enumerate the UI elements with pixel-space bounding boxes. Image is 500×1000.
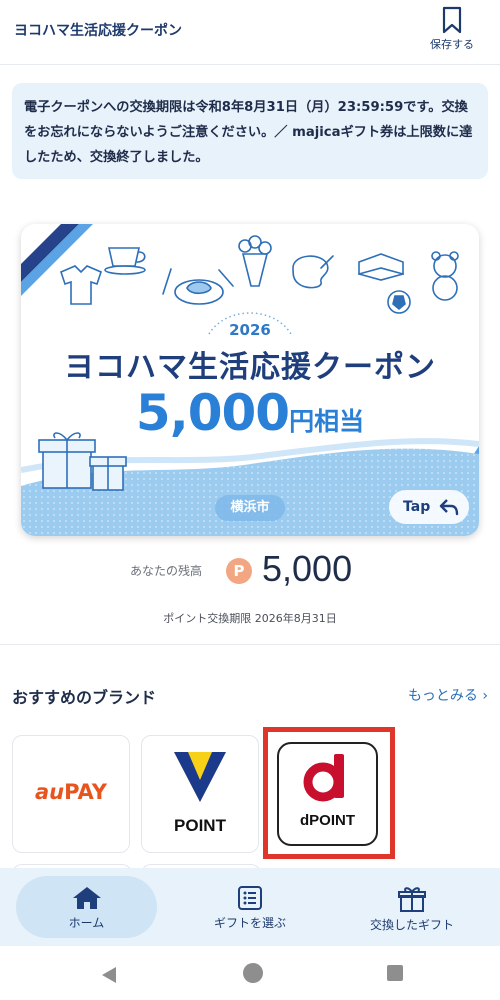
coupon-city: 横浜市 bbox=[230, 500, 270, 515]
balance-label: あなたの残高 bbox=[130, 564, 203, 578]
gift-icon bbox=[398, 887, 426, 912]
au-pay-logo-a: au bbox=[34, 780, 65, 804]
bottom-nav: ホーム ギフトを選ぶ 交換したギフト bbox=[0, 868, 500, 946]
nav-exchanged-gifts-label: 交換したギフト bbox=[369, 918, 454, 932]
coupon-amount-value: 5,000 bbox=[135, 384, 290, 442]
chevron-right-icon: › bbox=[482, 688, 488, 704]
nav-choose-gift[interactable]: ギフトを選ぶ bbox=[180, 876, 320, 938]
home-icon bbox=[72, 887, 101, 909]
nav-home-label: ホーム bbox=[68, 916, 105, 930]
back-icon[interactable] bbox=[100, 966, 118, 984]
coupon-year: 2026 bbox=[229, 321, 271, 339]
recent-apps-icon[interactable] bbox=[387, 965, 403, 981]
more-label: もっとみる bbox=[407, 688, 478, 704]
brands-section-title: おすすめのブランド bbox=[12, 688, 157, 707]
v-point-logo-icon bbox=[174, 752, 226, 802]
au-pay-logo: auPAY bbox=[13, 780, 129, 804]
au-pay-logo-b: PAY bbox=[64, 780, 108, 804]
brand-card-au-pay[interactable]: auPAY bbox=[12, 735, 130, 853]
list-icon bbox=[238, 886, 262, 910]
nav-home[interactable]: ホーム bbox=[16, 876, 157, 938]
brand-card-v-point[interactable]: POINT bbox=[141, 735, 259, 853]
point-expiry: ポイント交換期限 2026年8月31日 bbox=[163, 612, 337, 625]
app-header: ヨコハマ生活応援クーポン 保存する bbox=[0, 0, 500, 65]
notice-text: 電子クーポンへの交換期限は令和8年8月31日（月）23:59:59です。交換をお… bbox=[24, 100, 473, 165]
balance-value: 5,000 bbox=[262, 548, 353, 589]
section-divider bbox=[0, 644, 500, 645]
d-point-label-d: d bbox=[299, 812, 310, 829]
coupon-amount-unit: 円相当 bbox=[289, 407, 365, 436]
system-nav-bar bbox=[0, 946, 500, 1000]
more-brands-link[interactable]: もっとみる › bbox=[408, 685, 488, 705]
save-label: 保存する bbox=[430, 38, 474, 51]
coupon-card[interactable]: 2026 ヨコハマ生活応援クーポン 5,000円相当 横浜市 Tap bbox=[21, 224, 479, 536]
notice-banner: 電子クーポンへの交換期限は令和8年8月31日（月）23:59:59です。交換をお… bbox=[12, 83, 488, 179]
d-point-label: dPOINT bbox=[279, 812, 376, 829]
nav-choose-gift-label: ギフトを選ぶ bbox=[213, 916, 286, 930]
brand-card-d-point[interactable]: dPOINT bbox=[277, 742, 378, 846]
d-point-label-text: POINT bbox=[309, 812, 355, 829]
v-point-label: POINT bbox=[174, 816, 226, 835]
tap-button[interactable]: Tap bbox=[389, 490, 469, 524]
tap-label: Tap bbox=[403, 499, 431, 515]
flip-arrow-icon bbox=[439, 499, 459, 516]
coupon-amount: 5,000円相当 bbox=[21, 384, 479, 442]
bookmark-icon bbox=[442, 6, 462, 34]
point-icon: P bbox=[226, 558, 252, 584]
save-button[interactable]: 保存する bbox=[422, 4, 482, 58]
coupon-name: ヨコハマ生活応援クーポン bbox=[64, 350, 436, 385]
page-title: ヨコハマ生活応援クーポン bbox=[14, 23, 182, 39]
system-home-icon[interactable] bbox=[243, 963, 263, 983]
d-point-logo-icon bbox=[303, 754, 344, 802]
nav-exchanged-gifts[interactable]: 交換したギフト bbox=[342, 876, 482, 938]
